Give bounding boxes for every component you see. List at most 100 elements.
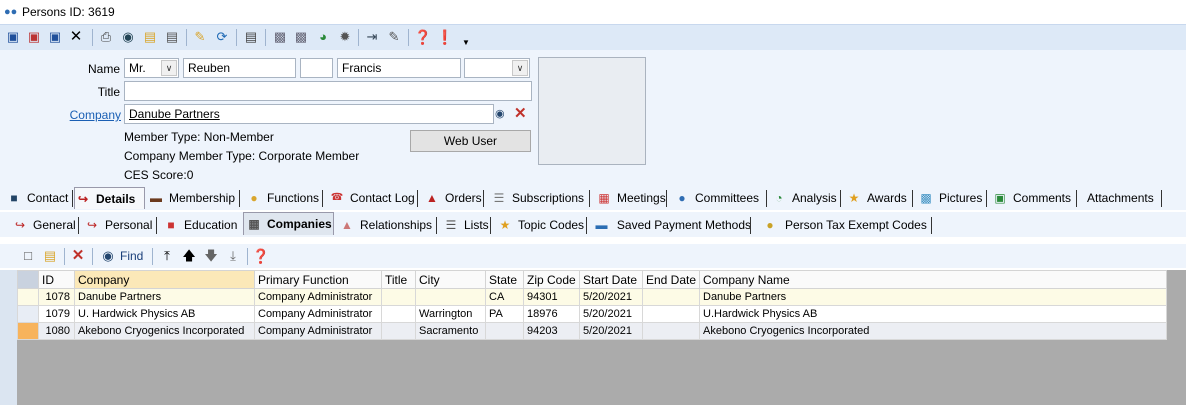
column-header-primary-function[interactable]: Primary Function [254, 270, 382, 289]
web-user-button[interactable]: Web User [410, 130, 531, 152]
tab-label: Orders [445, 191, 482, 205]
column-header-end-date[interactable]: End Date [642, 270, 700, 289]
import-icon[interactable]: ⇥ [364, 29, 380, 45]
cell-city: Sacramento [415, 322, 486, 340]
company-search-icon[interactable]: ◉ [495, 107, 511, 123]
tab-companies[interactable]: ▦ Companies [243, 212, 334, 235]
tab-subscriptions[interactable]: ☰ Subscriptions [491, 188, 590, 208]
help-icon[interactable]: ❓ [252, 248, 269, 264]
calendar-icon: ▦ [598, 191, 610, 205]
find-button[interactable]: Find [120, 249, 143, 263]
tab-general[interactable]: ↪ General [12, 215, 79, 235]
link-icon[interactable]: ▤ [243, 29, 259, 45]
table-row[interactable]: 1080 Akebono Cryogenics Incorporated Com… [17, 322, 1167, 340]
window-title: Persons ID: 3619 [22, 5, 115, 19]
print-icon[interactable]: ⎙ [98, 29, 114, 45]
column-header-id[interactable]: ID [38, 270, 75, 289]
save-icon[interactable]: ▣ [5, 29, 21, 45]
title-bar: ●● Persons ID: 3619 [0, 0, 1186, 24]
tab-awards[interactable]: ★ Awards [846, 188, 913, 208]
move-up-icon[interactable]: 🡅 [181, 248, 197, 264]
tab-comments[interactable]: ▣ Comments [992, 188, 1077, 208]
tab-committees[interactable]: ● Committees [674, 188, 767, 208]
row-selector[interactable] [17, 288, 39, 306]
save-new-icon[interactable]: ▣ [47, 29, 63, 45]
column-header-city[interactable]: City [415, 270, 486, 289]
company-link[interactable]: Company [60, 108, 121, 122]
tab-personal[interactable]: ↪ Personal [84, 215, 157, 235]
column-header-state[interactable]: State [485, 270, 524, 289]
find-icon[interactable]: ◉ [100, 248, 116, 264]
middle-name-input[interactable] [300, 58, 333, 78]
persons-window: ●● Persons ID: 3619 ▣ ▣ ▣ ✕ ⎙ ◉ ▤ ▤ ✎ ⟳ … [0, 0, 1186, 405]
title-input[interactable] [124, 81, 532, 101]
tab-orders[interactable]: ▲ Orders [424, 188, 484, 208]
prefix-select[interactable]: Mr. ∨ [124, 58, 179, 78]
tab-label: Pictures [939, 191, 983, 205]
row-selector[interactable] [17, 305, 39, 323]
tab-relationships[interactable]: ▲ Relationships [339, 215, 437, 235]
photo-box[interactable] [538, 57, 646, 165]
tab-details[interactable]: ↪ Details [74, 187, 145, 209]
tab-education[interactable]: ■ Education [163, 215, 242, 235]
select-all-cell[interactable] [17, 270, 39, 289]
tab-contact-log[interactable]: ☎ Contact Log [329, 188, 418, 208]
open-record-icon[interactable]: ▤ [42, 248, 58, 264]
name-label: Name [87, 62, 120, 76]
cell-id: 1078 [38, 288, 75, 306]
move-bottom-icon[interactable]: ⤓ [225, 248, 241, 264]
column-header-company[interactable]: Company [74, 270, 255, 289]
toolbar-overflow-icon[interactable]: ▼ [458, 35, 474, 51]
column-header-title[interactable]: Title [381, 270, 416, 289]
save-close-icon[interactable]: ▣ [26, 29, 42, 45]
tab-label: Membership [169, 191, 236, 205]
loading-icon[interactable]: ✹ [337, 29, 353, 45]
info-icon[interactable]: ❗ [436, 29, 453, 45]
row-selector[interactable] [17, 322, 39, 340]
tab-saved-payment-methods[interactable]: ▬ Saved Payment Methods [594, 215, 751, 235]
tab-label: Analysis [792, 191, 837, 205]
note-icon[interactable]: ✎ [386, 29, 402, 45]
column-header-company-name[interactable]: Company Name [699, 270, 1167, 289]
open-folder-icon[interactable]: ▤ [142, 29, 158, 45]
tab-attachments[interactable]: Attachments [1087, 188, 1162, 208]
tab-label: Committees [695, 191, 760, 205]
tab-functions[interactable]: ● Functions [246, 188, 323, 208]
tab-analysis[interactable]: ◔ Analysis [771, 188, 841, 208]
company-input[interactable]: Danube Partners [124, 104, 494, 124]
help-icon[interactable]: ❓ [414, 29, 431, 45]
move-down-icon[interactable]: 🡇 [203, 248, 219, 264]
column-header-zip-code[interactable]: Zip Code [523, 270, 580, 289]
tab-person-tax-exempt-codes[interactable]: ● Person Tax Exempt Codes [762, 215, 932, 235]
tab-pictures[interactable]: ▩ Pictures [918, 188, 987, 208]
cell-company-name: U.Hardwick Physics AB [699, 305, 1167, 323]
tab-membership[interactable]: ▬ Membership [148, 188, 240, 208]
refresh-icon[interactable]: ⟳ [214, 29, 230, 45]
close-icon[interactable]: ✕ [68, 29, 84, 45]
chevron-down-icon[interactable]: ∨ [161, 60, 177, 76]
globe-icon[interactable]: ◕ [315, 29, 331, 45]
report-icon[interactable]: ▤ [164, 29, 180, 45]
cell-zip: 18976 [523, 305, 580, 323]
tab-topic-codes[interactable]: ★ Topic Codes [497, 215, 587, 235]
last-name-input[interactable]: Francis [337, 58, 461, 78]
table-row[interactable]: 1079 U. Hardwick Physics AB Company Admi… [17, 305, 1167, 323]
tab-label: Personal [105, 218, 153, 232]
tab-contact[interactable]: ■ Contact [6, 188, 73, 208]
edit-icon[interactable]: ✎ [192, 29, 208, 45]
tab-lists[interactable]: ☰ Lists [443, 215, 491, 235]
delete-icon[interactable]: ✕ [70, 248, 86, 264]
move-top-icon[interactable]: ⤒ [159, 248, 175, 264]
copy-icon[interactable]: ▩ [272, 29, 288, 45]
grid-toolbar: □ ▤ ✕ ◉ Find ⤒ 🡅 🡇 ⤓ ❓ [0, 244, 1186, 268]
chevron-down-icon[interactable]: ∨ [512, 60, 528, 76]
new-record-icon[interactable]: □ [20, 248, 36, 264]
table-row[interactable]: 1078 Danube Partners Company Administrat… [17, 288, 1167, 306]
suffix-select[interactable]: ∨ [464, 58, 530, 78]
paste-icon[interactable]: ▩ [293, 29, 309, 45]
first-name-input[interactable]: Reuben [183, 58, 296, 78]
company-clear-icon[interactable]: ✕ [514, 104, 530, 122]
column-header-start-date[interactable]: Start Date [579, 270, 643, 289]
tab-meetings[interactable]: ▦ Meetings [596, 188, 667, 208]
search-icon[interactable]: ◉ [120, 29, 136, 45]
